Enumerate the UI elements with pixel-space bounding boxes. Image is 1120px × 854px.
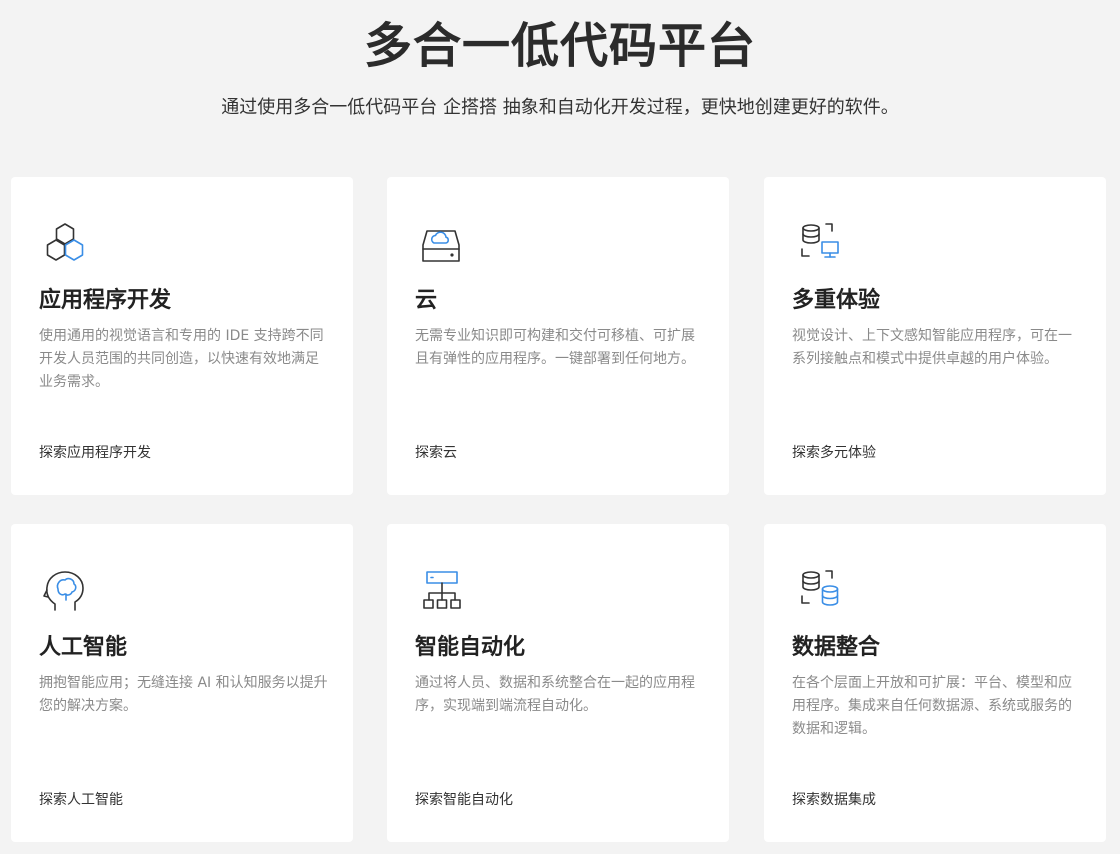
database-monitor-icon [792,219,844,271]
card-description: 使用通用的视觉语言和专用的 IDE 支持跨不同开发人员范围的共同创造，以快速有效… [39,328,324,390]
card-title: 多重体验 [792,288,881,313]
explore-app-development-link[interactable]: 探索应用程序开发 [39,443,151,463]
card-title: 应用程序开发 [39,288,172,313]
explore-ai-link[interactable]: 探索人工智能 [39,790,123,810]
explore-automation-link[interactable]: 探索智能自动化 [415,790,513,810]
card-description: 无需专业知识即可构建和交付可移植、可扩展且有弹性的应用程序。一键部署到任何地方。 [415,328,695,367]
page-title: 多合一低代码平台 [363,18,756,74]
feature-card-data-integration: 数据整合 在各个层面上开放和可扩展：平台、模型和应用程序。集成来自任何数据源、系… [764,524,1106,842]
explore-data-integration-link[interactable]: 探索数据集成 [792,790,876,810]
card-title: 人工智能 [39,635,128,660]
explore-cloud-link[interactable]: 探索云 [415,443,457,463]
feature-card-intelligent-automation: 智能自动化 通过将人员、数据和系统整合在一起的应用程序，实现端到端流程自动化。 … [387,524,729,842]
feature-card-app-development: 应用程序开发 使用通用的视觉语言和专用的 IDE 支持跨不同开发人员范围的共同创… [11,177,353,495]
card-title: 智能自动化 [415,635,526,660]
card-description: 在各个层面上开放和可扩展：平台、模型和应用程序。集成来自任何数据源、系统或服务的… [792,675,1072,737]
card-title: 数据整合 [792,635,881,660]
card-description: 通过将人员、数据和系统整合在一起的应用程序，实现端到端流程自动化。 [415,675,695,714]
page-subtitle: 通过使用多合一低代码平台 企搭搭 抽象和自动化开发过程，更快地创建更好的软件。 [221,97,899,118]
card-description: 视觉设计、上下文感知智能应用程序，可在一系列接触点和模式中提供卓越的用户体验。 [792,328,1072,367]
card-title: 云 [415,288,438,313]
hexagons-icon [39,219,91,271]
feature-card-multiexperience: 多重体验 视觉设计、上下文感知智能应用程序，可在一系列接触点和模式中提供卓越的用… [764,177,1106,495]
org-chart-icon [415,566,467,618]
brain-head-icon [39,566,91,618]
feature-card-cloud: 云 无需专业知识即可构建和交付可移植、可扩展且有弹性的应用程序。一键部署到任何地… [387,177,729,495]
explore-multiexperience-link[interactable]: 探索多元体验 [792,443,876,463]
feature-card-ai: 人工智能 拥抱智能应用；无缝连接 AI 和认知服务以提升您的解决方案。 探索人工… [11,524,353,842]
database-merge-icon [792,566,844,618]
cloud-drive-icon [415,219,467,271]
card-description: 拥抱智能应用；无缝连接 AI 和认知服务以提升您的解决方案。 [39,675,328,714]
